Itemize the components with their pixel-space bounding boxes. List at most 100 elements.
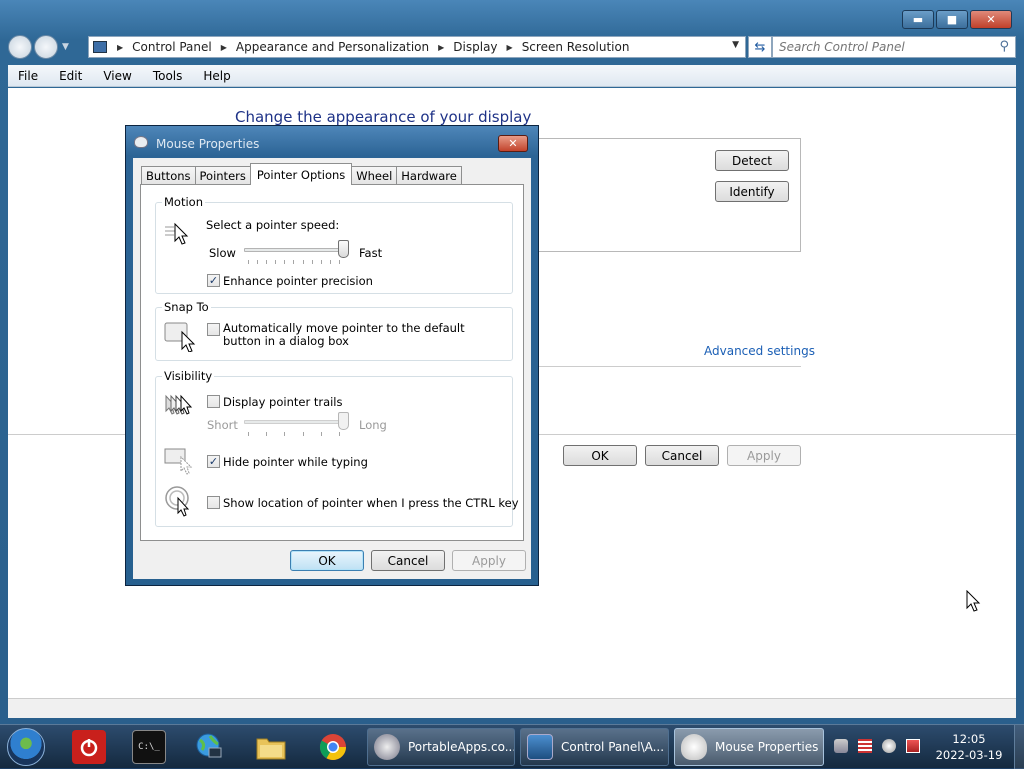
dialog-body: Buttons Pointers Pointer Options Wheel H… xyxy=(133,158,531,579)
search-input[interactable] xyxy=(779,40,989,54)
pointer-trails-checkbox[interactable] xyxy=(207,395,220,408)
ctrl-locate-icon xyxy=(165,486,190,517)
dialog-close-button[interactable]: ✕ xyxy=(498,135,528,152)
system-tray xyxy=(834,739,920,753)
address-bar[interactable]: ▶ Control Panel ▶ Appearance and Persona… xyxy=(88,36,746,58)
long-label: Long xyxy=(359,418,387,432)
slow-label: Slow xyxy=(209,246,236,260)
tab-pointer-options[interactable]: Pointer Options xyxy=(249,163,353,185)
refresh-button[interactable]: ⇆ xyxy=(748,36,772,58)
hide-pointer-checkbox[interactable]: ✓ xyxy=(207,455,220,468)
network-globe-icon[interactable] xyxy=(192,730,226,764)
shutdown-icon[interactable] xyxy=(72,730,106,764)
pointer-speed-icon xyxy=(165,222,189,245)
pointer-options-panel: Motion Select a pointer speed: Slow Fast… xyxy=(140,184,524,541)
taskbar-task-portableapps[interactable]: PortableApps.co... xyxy=(367,728,515,766)
pointer-speed-slider[interactable] xyxy=(244,248,344,252)
detect-button[interactable]: Detect xyxy=(715,150,789,171)
menu-file[interactable]: File xyxy=(8,69,49,83)
dialog-apply-button[interactable]: Apply xyxy=(452,550,526,571)
status-bar xyxy=(8,698,1016,718)
control-panel-icon xyxy=(93,41,107,53)
chrome-icon[interactable] xyxy=(316,730,350,764)
breadcrumb-control-panel[interactable]: Control Panel xyxy=(132,40,212,54)
pointer-speed-slider-thumb[interactable] xyxy=(338,240,349,258)
task-label: PortableApps.co... xyxy=(408,740,515,754)
trail-length-slider[interactable] xyxy=(244,420,344,424)
task-label: Mouse Properties xyxy=(715,740,819,754)
mouse-icon xyxy=(681,734,707,760)
recent-pages-dropdown-icon[interactable]: ▼ xyxy=(62,42,69,52)
ctrl-locate-label[interactable]: Show location of pointer when I press th… xyxy=(223,496,519,510)
breadcrumb-display[interactable]: Display xyxy=(453,40,497,54)
hide-pointer-label[interactable]: Hide pointer while typing xyxy=(223,455,368,469)
refresh-icon: ⇆ xyxy=(754,39,766,55)
apply-button[interactable]: Apply xyxy=(727,445,801,466)
address-dropdown-icon[interactable]: ▼ xyxy=(732,40,739,50)
slider-ticks xyxy=(248,260,340,264)
control-panel-icon xyxy=(527,734,553,760)
cancel-button[interactable]: Cancel xyxy=(645,445,719,466)
snap-to-group-title: Snap To xyxy=(162,300,211,314)
advanced-settings-link[interactable]: Advanced settings xyxy=(704,344,815,358)
motion-group: Motion Select a pointer speed: Slow Fast… xyxy=(155,195,513,294)
snap-to-label[interactable]: Automatically move pointer to the defaul… xyxy=(223,322,493,348)
minimize-button[interactable]: ▬ xyxy=(902,10,934,29)
tab-hardware[interactable]: Hardware xyxy=(396,166,462,185)
chevron-right-icon[interactable]: ▶ xyxy=(507,43,513,52)
tab-wheel[interactable]: Wheel xyxy=(351,166,398,185)
menu-edit[interactable]: Edit xyxy=(49,69,93,83)
dialog-cancel-button[interactable]: Cancel xyxy=(371,550,445,571)
pointer-trails-label[interactable]: Display pointer trails xyxy=(223,395,343,409)
command-prompt-icon[interactable]: C:\_ xyxy=(132,730,166,764)
taskbar: C:\_ PortableApps.co... Control Panel\A.… xyxy=(0,724,1024,769)
close-button[interactable]: ✕ xyxy=(970,10,1012,29)
menu-bar: File Edit View Tools Help xyxy=(8,65,1016,87)
start-button[interactable] xyxy=(7,728,45,766)
clock-date: 2022-03-19 xyxy=(935,748,1003,762)
menu-help[interactable]: Help xyxy=(193,69,241,83)
chevron-right-icon[interactable]: ▶ xyxy=(438,43,444,52)
file-explorer-icon[interactable] xyxy=(254,730,288,764)
tab-pointers[interactable]: Pointers xyxy=(194,166,251,185)
mouse-cursor-icon xyxy=(966,590,981,612)
mouse-tray-icon[interactable] xyxy=(882,739,896,753)
snap-to-checkbox[interactable] xyxy=(207,323,220,336)
clock-time: 12:05 xyxy=(952,732,986,746)
maximize-button[interactable]: ■ xyxy=(936,10,968,29)
short-label: Short xyxy=(207,418,238,432)
identify-button[interactable]: Identify xyxy=(715,181,789,202)
breadcrumb-appearance[interactable]: Appearance and Personalization xyxy=(236,40,429,54)
pointer-trails-icon xyxy=(165,394,193,415)
enhance-precision-label[interactable]: Enhance pointer precision xyxy=(223,274,373,288)
chevron-right-icon[interactable]: ▶ xyxy=(221,43,227,52)
dialog-ok-button[interactable]: OK xyxy=(290,550,364,571)
visibility-group-title: Visibility xyxy=(162,369,215,383)
forward-button[interactable] xyxy=(34,35,58,59)
mouse-properties-dialog: Mouse Properties ✕ Buttons Pointers Poin… xyxy=(125,125,539,586)
fast-label: Fast xyxy=(359,246,383,260)
clock[interactable]: 12:05 2022-03-19 xyxy=(930,731,1008,763)
trail-length-slider-thumb[interactable] xyxy=(338,412,349,430)
tab-buttons[interactable]: Buttons xyxy=(141,166,196,185)
enhance-precision-checkbox[interactable]: ✓ xyxy=(207,274,220,287)
tray-app-icon[interactable] xyxy=(834,739,848,753)
tab-strip: Buttons Pointers Pointer Options Wheel H… xyxy=(141,163,462,185)
portableapps-icon xyxy=(374,734,400,760)
back-button[interactable] xyxy=(8,35,32,59)
ctrl-locate-checkbox[interactable] xyxy=(207,496,220,509)
network-status-icon[interactable] xyxy=(906,739,920,753)
search-icon[interactable]: ⚲ xyxy=(999,39,1009,54)
breadcrumb-screen-resolution[interactable]: Screen Resolution xyxy=(522,40,630,54)
language-flag-icon[interactable] xyxy=(858,739,872,753)
mouse-icon xyxy=(134,136,148,148)
page-title: Change the appearance of your display xyxy=(235,108,532,126)
ok-button[interactable]: OK xyxy=(563,445,637,466)
pointer-speed-label: Select a pointer speed: xyxy=(206,218,340,232)
chevron-right-icon[interactable]: ▶ xyxy=(117,43,123,52)
taskbar-task-control-panel[interactable]: Control Panel\A... xyxy=(520,728,669,766)
menu-view[interactable]: View xyxy=(93,69,142,83)
show-desktop-button[interactable] xyxy=(1014,725,1024,769)
menu-tools[interactable]: Tools xyxy=(143,69,194,83)
taskbar-task-mouse-properties[interactable]: Mouse Properties xyxy=(674,728,824,766)
